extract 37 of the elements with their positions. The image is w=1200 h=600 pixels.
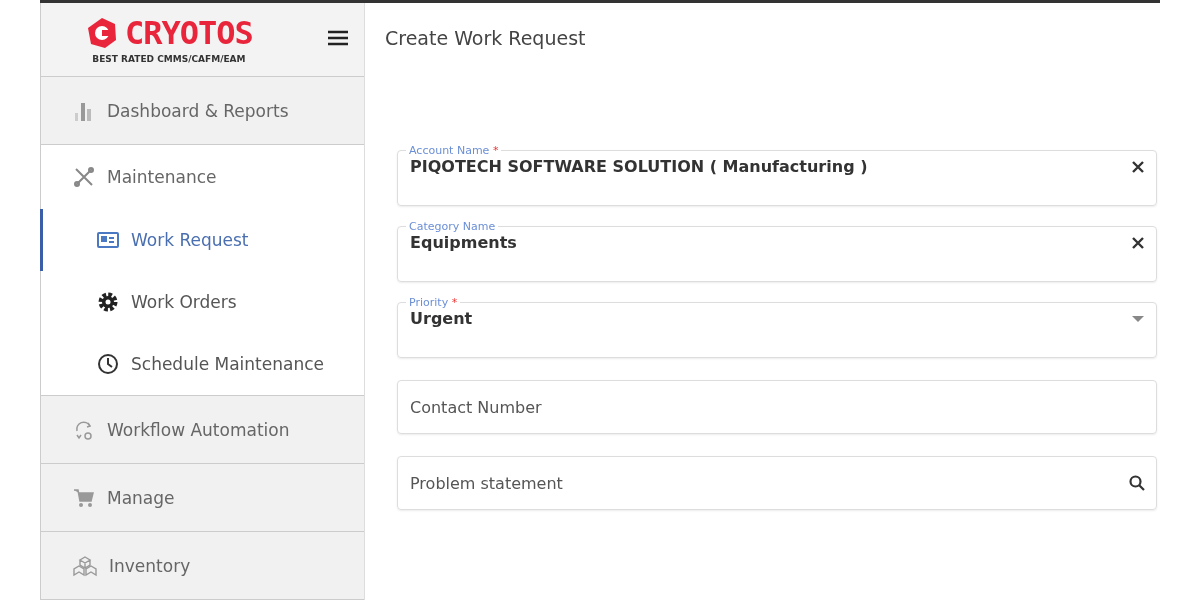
clock-icon [97, 353, 119, 375]
sidebar-item[interactable]: Maintenance [41, 145, 364, 209]
sidebar-subitem[interactable]: Work Orders [40, 271, 363, 333]
refresh-icon [73, 418, 95, 441]
field-label: Category Name [409, 220, 496, 233]
clear-icon[interactable] [1132, 236, 1144, 249]
field-value: PIQOTECH SOFTWARE SOLUTION ( Manufacturing ) [410, 157, 869, 176]
field-label: Account Name [409, 144, 490, 157]
sidebar-item[interactable]: Workflow Automation [41, 396, 364, 463]
dropdown-caret-icon[interactable] [1132, 315, 1144, 322]
sidebar-subitem[interactable]: Work Request [40, 209, 363, 271]
logo-tagline: BEST RATED CMMS/CAFM/EAM [92, 53, 246, 64]
sidebar-item[interactable]: Inventory [41, 532, 364, 599]
input-field[interactable]: Category Name Equipments [397, 220, 1157, 282]
logo-wordmark: CRYOTOS [125, 16, 253, 49]
select-field[interactable]: Priority * Urgent [397, 296, 1157, 358]
boxes-icon [73, 554, 97, 577]
input-field[interactable]: Contact Number [397, 380, 1157, 434]
input-field[interactable]: Account Name * PIQOTECH SOFTWARE SOLUTION ( Manufacturing ) [397, 144, 1157, 206]
field-value: Urgent [410, 309, 474, 328]
sidebar-item[interactable]: Dashboard & Reports [41, 77, 364, 144]
logo-mark-icon [85, 15, 119, 50]
clear-icon[interactable] [1132, 160, 1144, 173]
tools-icon [73, 166, 95, 188]
sidebar-subitem[interactable]: Schedule Maintenance [40, 333, 363, 395]
gear-icon [97, 291, 119, 313]
search-field[interactable]: Problem statement [397, 456, 1157, 510]
search-icon[interactable] [1129, 475, 1145, 491]
id-card-icon [97, 232, 119, 248]
field-label: Priority [409, 296, 449, 309]
cart-icon [73, 487, 95, 508]
menu-icon [328, 30, 348, 46]
sidebar-item[interactable]: Manage [41, 464, 364, 531]
page-title: Create Work Request [385, 27, 587, 49]
required-mark: * [451, 296, 458, 309]
required-mark: * [492, 144, 499, 157]
field-value: Equipments [410, 233, 518, 252]
